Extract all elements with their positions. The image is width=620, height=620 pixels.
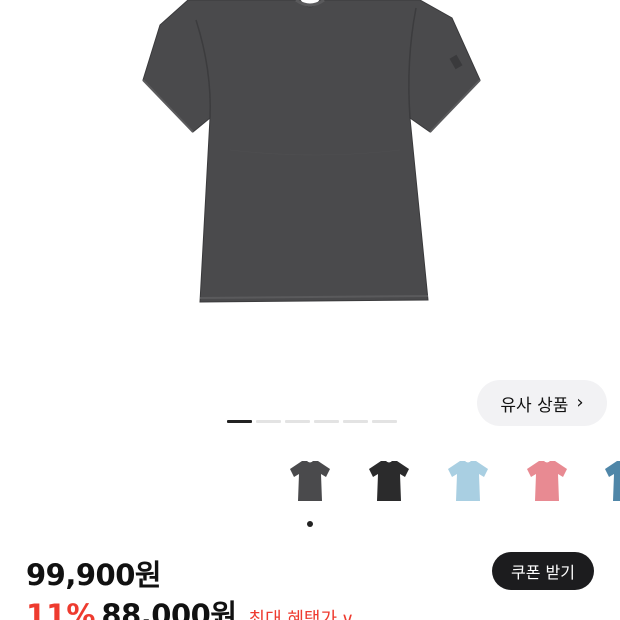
similar-products-button[interactable]: 유사 상품 › — [477, 380, 607, 426]
image-pagination — [227, 420, 397, 423]
color-swatch-light-blue[interactable] — [443, 455, 493, 505]
pagination-segment — [343, 420, 368, 423]
get-coupon-button[interactable]: 쿠폰 받기 — [492, 552, 594, 590]
tshirt-icon — [448, 461, 488, 501]
pagination-segment — [372, 420, 397, 423]
max-benefit-label: 최대 혜택가 — [248, 609, 338, 620]
pagination-segment — [256, 420, 281, 423]
sale-price-row: 11% 88,000원 최대 혜택가 ∨ — [26, 592, 354, 620]
pagination-segment-active — [227, 420, 252, 423]
tshirt-icon — [605, 461, 620, 501]
pagination-segment — [314, 420, 339, 423]
sale-price: 88,000원 — [101, 598, 237, 620]
color-swatch-charcoal[interactable] — [285, 455, 335, 505]
max-benefit-toggle[interactable]: 최대 혜택가 ∨ — [249, 605, 355, 620]
color-swatch-black[interactable] — [364, 455, 414, 505]
product-detail-page: 유사 상품 › 99,900원 쿠폰 받기 11% 88,000원 최대 혜택가… — [0, 0, 620, 620]
tshirt-illustration — [142, 0, 481, 303]
swatch-pagination-dot — [307, 521, 313, 527]
chevron-right-icon: › — [576, 392, 584, 413]
chevron-down-icon: ∨ — [341, 609, 355, 620]
color-swatch-pink[interactable] — [522, 455, 572, 505]
similar-products-label: 유사 상품 — [500, 395, 569, 416]
color-swatch-blue[interactable] — [600, 455, 620, 505]
tshirt-icon — [369, 461, 409, 501]
product-main-image[interactable] — [0, 0, 620, 370]
pagination-segment — [285, 420, 310, 423]
tshirt-icon — [290, 461, 330, 501]
original-price: 99,900원 — [26, 558, 162, 592]
discount-rate: 11% — [26, 598, 96, 620]
tshirt-icon — [527, 461, 567, 501]
